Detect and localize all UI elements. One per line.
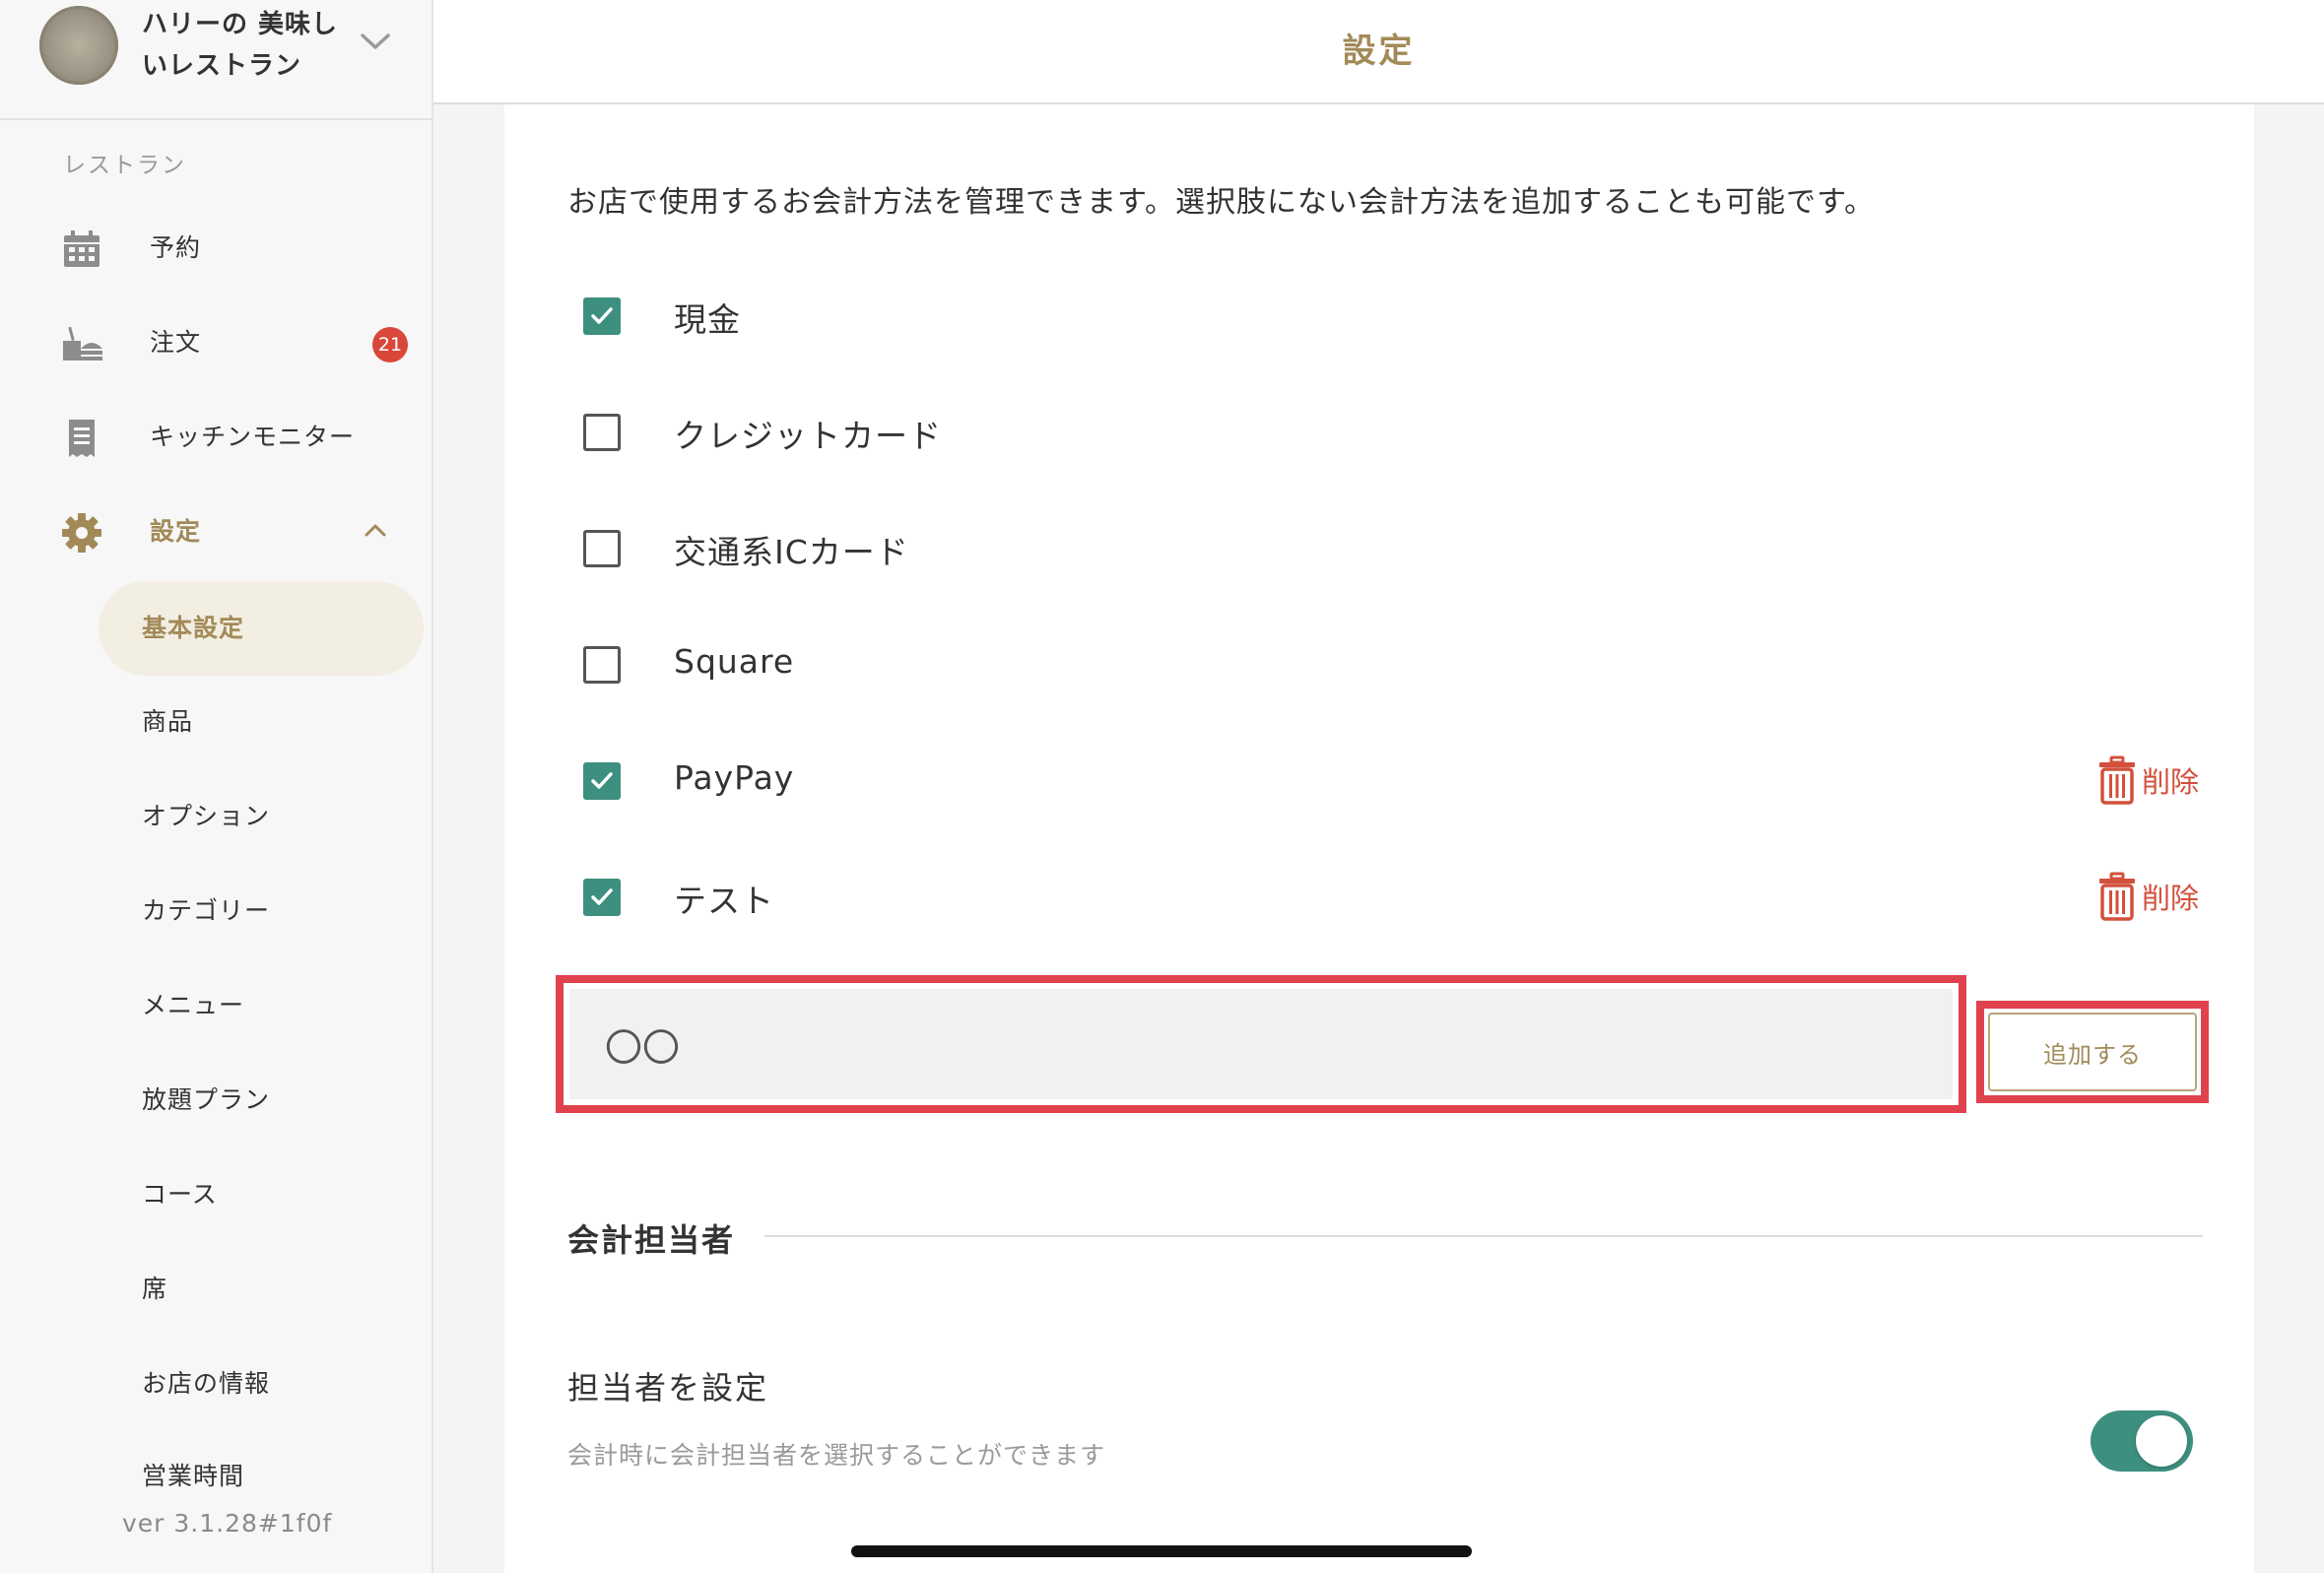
sidebar-item-reservations[interactable]: 予約: [0, 209, 432, 288]
payment-method-label: 交通系ICカード: [674, 533, 909, 571]
store-name: ハリーの 美味しいレストラン: [142, 10, 339, 81]
delete-label: 削除: [2141, 882, 2199, 915]
app-version: ver 3.1.28#1f0f: [122, 1509, 333, 1538]
sidebar-subitem-label: お店の情報: [142, 1369, 271, 1398]
payment-method-row: 交通系ICカード: [567, 514, 2203, 583]
sidebar-subitem-label: カテゴリー: [142, 896, 271, 925]
checkmark-icon: [591, 307, 613, 324]
receipt-icon: [69, 420, 95, 457]
sidebar-subitem-options[interactable]: オプション: [99, 769, 424, 864]
sidebar-subitem-label: 基本設定: [142, 614, 245, 642]
delete-label: 削除: [2141, 765, 2199, 799]
top-bar: 設定: [433, 0, 2324, 104]
section-divider: [764, 1235, 2203, 1237]
add-button-highlight: 追加する: [1976, 1001, 2209, 1103]
payment-method-checkbox[interactable]: [583, 297, 621, 335]
sidebar-subitem-label: メニュー: [142, 991, 245, 1019]
sidebar-subitem-label: コース: [142, 1180, 218, 1209]
sidebar-subitem-courses[interactable]: コース: [99, 1147, 424, 1242]
payment-method-row: Square: [567, 630, 2203, 699]
payment-method-label: クレジットカード: [674, 417, 942, 455]
payment-method-row: PayPay 削除: [567, 747, 2203, 816]
payment-method-row: テスト 削除: [567, 863, 2203, 932]
sidebar-subitem-categories[interactable]: カテゴリー: [99, 864, 424, 958]
sidebar-subitem-label: 営業時間: [142, 1462, 245, 1488]
store-avatar: [39, 6, 118, 85]
chevron-down-icon[interactable]: [359, 30, 392, 53]
add-payment-method-button[interactable]: 追加する: [1988, 1013, 2197, 1091]
sidebar-subitem-label: 商品: [142, 707, 194, 736]
sidebar-subitem-basic-settings[interactable]: 基本設定: [99, 581, 424, 676]
sidebar-item-settings[interactable]: 設定: [0, 492, 432, 571]
settings-panel: お店で使用するお会計方法を管理できます。選択肢にない会計方法を追加することも可能…: [504, 104, 2254, 1573]
section-title-accountant: 会計担当者: [567, 1221, 736, 1259]
home-indicator: [851, 1545, 1472, 1557]
payment-method-checkbox[interactable]: [583, 879, 621, 916]
payment-method-checkbox[interactable]: [583, 414, 621, 451]
payment-method-checkbox[interactable]: [583, 762, 621, 800]
sidebar-item-orders[interactable]: 注文 21: [0, 303, 432, 382]
checkmark-icon: [591, 888, 613, 905]
accountant-toggle[interactable]: [2091, 1410, 2193, 1472]
delete-payment-method-button[interactable]: 削除: [2096, 753, 2199, 808]
sidebar-subitem-store-info[interactable]: お店の情報: [99, 1337, 424, 1431]
sidebar: ハリーの 美味しいレストラン レストラン 予約 注文 21 キッチンモニター 設…: [0, 0, 433, 1573]
sidebar-item-label: 予約: [150, 233, 202, 262]
sidebar-subitem-all-you-can-plans[interactable]: 放題プラン: [99, 1053, 424, 1147]
payment-methods-description: お店で使用するお会計方法を管理できます。選択肢にない会計方法を追加することも可能…: [567, 185, 1875, 220]
trash-icon: [2098, 755, 2135, 805]
sidebar-item-kitchen-monitor[interactable]: キッチンモニター: [0, 398, 432, 477]
sidebar-subitem-business-hours[interactable]: 営業時間: [99, 1429, 424, 1488]
payment-method-row: クレジットカード: [567, 398, 2203, 467]
orders-count-badge: 21: [372, 327, 408, 362]
sidebar-subitem-seats[interactable]: 席: [99, 1242, 424, 1337]
gear-icon: [62, 513, 101, 553]
calendar-icon: [64, 230, 100, 267]
new-payment-method-input[interactable]: [569, 989, 1953, 1099]
sidebar-item-label: キッチンモニター: [150, 423, 356, 451]
toggle-knob: [2136, 1415, 2187, 1467]
payment-method-label: 現金: [674, 300, 741, 339]
new-payment-method-field-highlight: [556, 975, 1966, 1113]
sidebar-subitem-menu[interactable]: メニュー: [99, 958, 424, 1053]
sidebar-subitem-label: オプション: [142, 802, 271, 830]
store-switcher[interactable]: ハリーの 美味しいレストラン: [0, 0, 432, 120]
setting-description: 会計時に会計担当者を選択することができます: [567, 1441, 1106, 1470]
orders-icon: [63, 326, 102, 360]
page-title: 設定: [1342, 32, 1416, 71]
payment-method-checkbox[interactable]: [583, 530, 621, 567]
sidebar-item-label: 注文: [150, 328, 202, 357]
sidebar-subitem-label: 放題プラン: [142, 1085, 271, 1114]
sidebar-item-label: 設定: [150, 517, 202, 546]
checkmark-icon: [591, 772, 613, 789]
sidebar-subitem-products[interactable]: 商品: [99, 675, 424, 769]
payment-method-label: PayPay: [674, 758, 795, 797]
section-label-restaurant: レストラン: [63, 153, 186, 178]
payment-method-row: 現金: [567, 282, 2203, 351]
trash-icon: [2098, 872, 2135, 921]
payment-method-label: テスト: [674, 882, 774, 920]
setting-title-assign-accountant: 担当者を設定: [567, 1369, 769, 1407]
payment-method-checkbox[interactable]: [583, 646, 621, 684]
delete-payment-method-button[interactable]: 削除: [2096, 869, 2199, 924]
chevron-up-icon[interactable]: [363, 520, 388, 540]
sidebar-subitem-label: 席: [142, 1275, 168, 1303]
payment-method-label: Square: [674, 642, 795, 681]
